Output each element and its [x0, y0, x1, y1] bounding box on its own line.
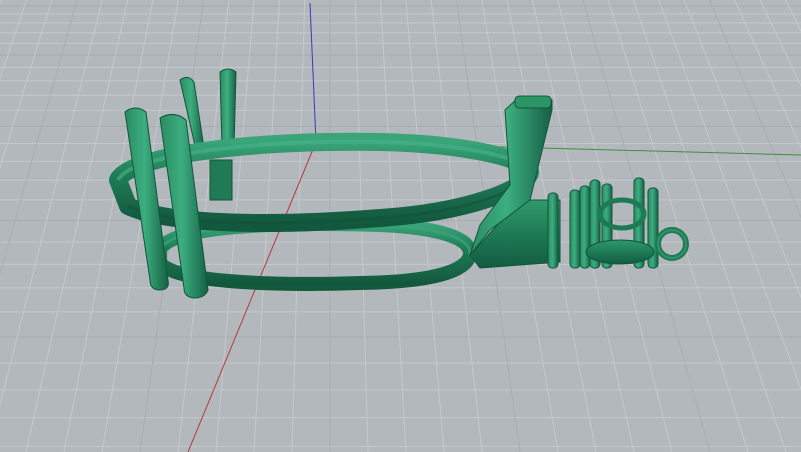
sprue-pin-2[interactable]	[569, 189, 581, 269]
sprue-base[interactable]	[585, 239, 655, 265]
3d-viewport-perspective[interactable]	[0, 0, 801, 452]
right-prong-cap	[514, 95, 552, 109]
back-prong-mid[interactable]	[219, 68, 237, 149]
back-prong-base	[209, 159, 233, 201]
sprue-pin-1[interactable]	[547, 192, 559, 269]
viewport-canvas[interactable]	[0, 0, 801, 452]
